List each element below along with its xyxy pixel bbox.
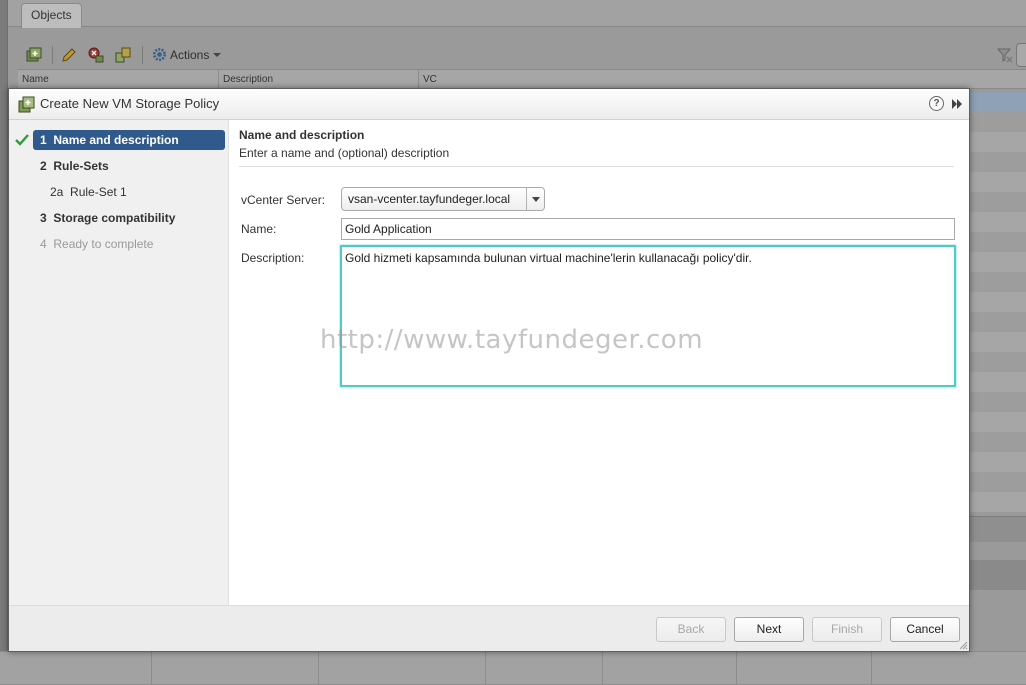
tab-objects[interactable]: Objects [21, 3, 82, 28]
name-label: Name: [241, 222, 277, 236]
chevron-down-icon [213, 53, 222, 57]
section-divider [239, 166, 954, 167]
step-label: Rule-Sets [53, 159, 109, 173]
step-number: 1 [40, 133, 47, 147]
cancel-button[interactable]: Cancel [890, 617, 960, 642]
name-field[interactable]: Gold Application [341, 218, 955, 240]
vcenter-server-label: vCenter Server: [241, 193, 326, 207]
dialog-title: Create New VM Storage Policy [40, 96, 220, 111]
table-row[interactable] [970, 452, 1026, 472]
step-number: 2a [50, 185, 64, 199]
table-row[interactable] [970, 412, 1026, 432]
table-row[interactable] [970, 472, 1026, 492]
table-row[interactable] [970, 292, 1026, 312]
wizard-step-rule-set-1[interactable]: 2a Rule-Set 1 [43, 182, 203, 202]
bottom-table-cell [486, 652, 603, 685]
bottom-table-cell [603, 652, 737, 685]
table-row[interactable] [970, 132, 1026, 152]
checkmark-icon [15, 134, 29, 146]
wizard-content: Name and description Enter a name and (o… [230, 120, 969, 606]
gear-icon [152, 47, 167, 62]
vcenter-server-value: vsan-vcenter.tayfundeger.local [348, 192, 511, 206]
wizard-step-rule-sets[interactable]: 2 Rule-Sets [33, 156, 225, 176]
clone-policy-icon[interactable] [115, 47, 131, 63]
chevron-down-icon [532, 197, 540, 202]
expand-icon[interactable] [950, 97, 964, 111]
column-header-description[interactable]: Description [219, 70, 419, 89]
edit-pencil-icon[interactable] [61, 47, 77, 63]
table-row[interactable] [970, 332, 1026, 352]
bottom-table-cell [152, 652, 319, 685]
objects-toolbar: Actions [8, 40, 1026, 70]
left-navigator-edge [0, 0, 8, 684]
help-icon[interactable]: ? [929, 96, 944, 111]
tab-bar: Objects [8, 0, 1026, 28]
table-row[interactable] [970, 152, 1026, 172]
objects-table-header: Name Description VC [18, 69, 1026, 89]
dropdown-button[interactable] [526, 188, 544, 210]
wizard-step-storage-compatibility[interactable]: 3 Storage compatibility [33, 208, 225, 228]
column-header-vc[interactable]: VC [419, 70, 619, 89]
wizard-step-name-description[interactable]: 1 Name and description [33, 130, 225, 150]
table-row[interactable] [970, 232, 1026, 252]
actions-menu-button[interactable]: Actions [152, 46, 222, 64]
table-row-selected[interactable] [970, 92, 1026, 112]
section-title: Name and description [239, 128, 365, 142]
column-header-name[interactable]: Name [18, 70, 219, 89]
table-row[interactable] [970, 352, 1026, 372]
step-number: 3 [40, 211, 47, 225]
description-label: Description: [241, 251, 305, 265]
new-storage-policy-icon[interactable] [26, 47, 42, 63]
table-row[interactable] [970, 192, 1026, 212]
bottom-table-cell [0, 652, 152, 685]
clear-filter-icon[interactable] [997, 47, 1013, 63]
back-button[interactable]: Back [656, 617, 726, 642]
bottom-table-cell [319, 652, 486, 685]
bottom-panel-header [970, 560, 1026, 590]
toolbar-separator [52, 46, 53, 64]
step-label: Name and description [53, 133, 179, 147]
resize-grip-icon[interactable] [959, 641, 968, 650]
table-row[interactable] [970, 392, 1026, 412]
section-subtitle: Enter a name and (optional) description [239, 146, 450, 160]
table-row[interactable] [970, 252, 1026, 272]
step-number: 4 [40, 237, 47, 251]
dialog-title-bar[interactable]: Create New VM Storage Policy ? [9, 89, 969, 120]
toolbar-separator [142, 46, 143, 64]
actions-label: Actions [170, 48, 210, 62]
table-row[interactable] [970, 432, 1026, 452]
dialog-footer: Back Next Finish Cancel [9, 605, 969, 651]
finish-button[interactable]: Finish [812, 617, 882, 642]
table-row[interactable] [970, 312, 1026, 332]
step-number: 2 [40, 159, 47, 173]
description-field[interactable]: Gold hizmeti kapsamında bulunan virtual … [340, 245, 956, 387]
table-row[interactable] [970, 492, 1026, 512]
step-label: Rule-Set 1 [70, 185, 127, 199]
table-row[interactable] [970, 372, 1026, 392]
table-footer [970, 516, 1026, 542]
wizard-step-ready-to-complete: 4 Ready to complete [33, 234, 225, 254]
filter-field-edge[interactable] [1016, 43, 1026, 67]
next-button[interactable]: Next [734, 617, 804, 642]
table-row[interactable] [970, 212, 1026, 232]
table-row[interactable] [970, 272, 1026, 292]
bottom-table [0, 651, 1026, 685]
wizard-steps-panel: 1 Name and description 2 Rule-Sets 2a Ru… [9, 120, 229, 606]
bottom-table-cell [737, 652, 872, 685]
vcenter-server-select[interactable]: vsan-vcenter.tayfundeger.local [341, 187, 545, 211]
storage-policy-icon [18, 96, 35, 113]
table-row[interactable] [970, 112, 1026, 132]
create-storage-policy-dialog: Create New VM Storage Policy ? 1 Name an… [8, 88, 970, 652]
delete-policy-icon[interactable] [88, 47, 104, 63]
step-label: Ready to complete [53, 237, 154, 251]
step-label: Storage compatibility [53, 211, 176, 225]
table-row[interactable] [970, 172, 1026, 192]
